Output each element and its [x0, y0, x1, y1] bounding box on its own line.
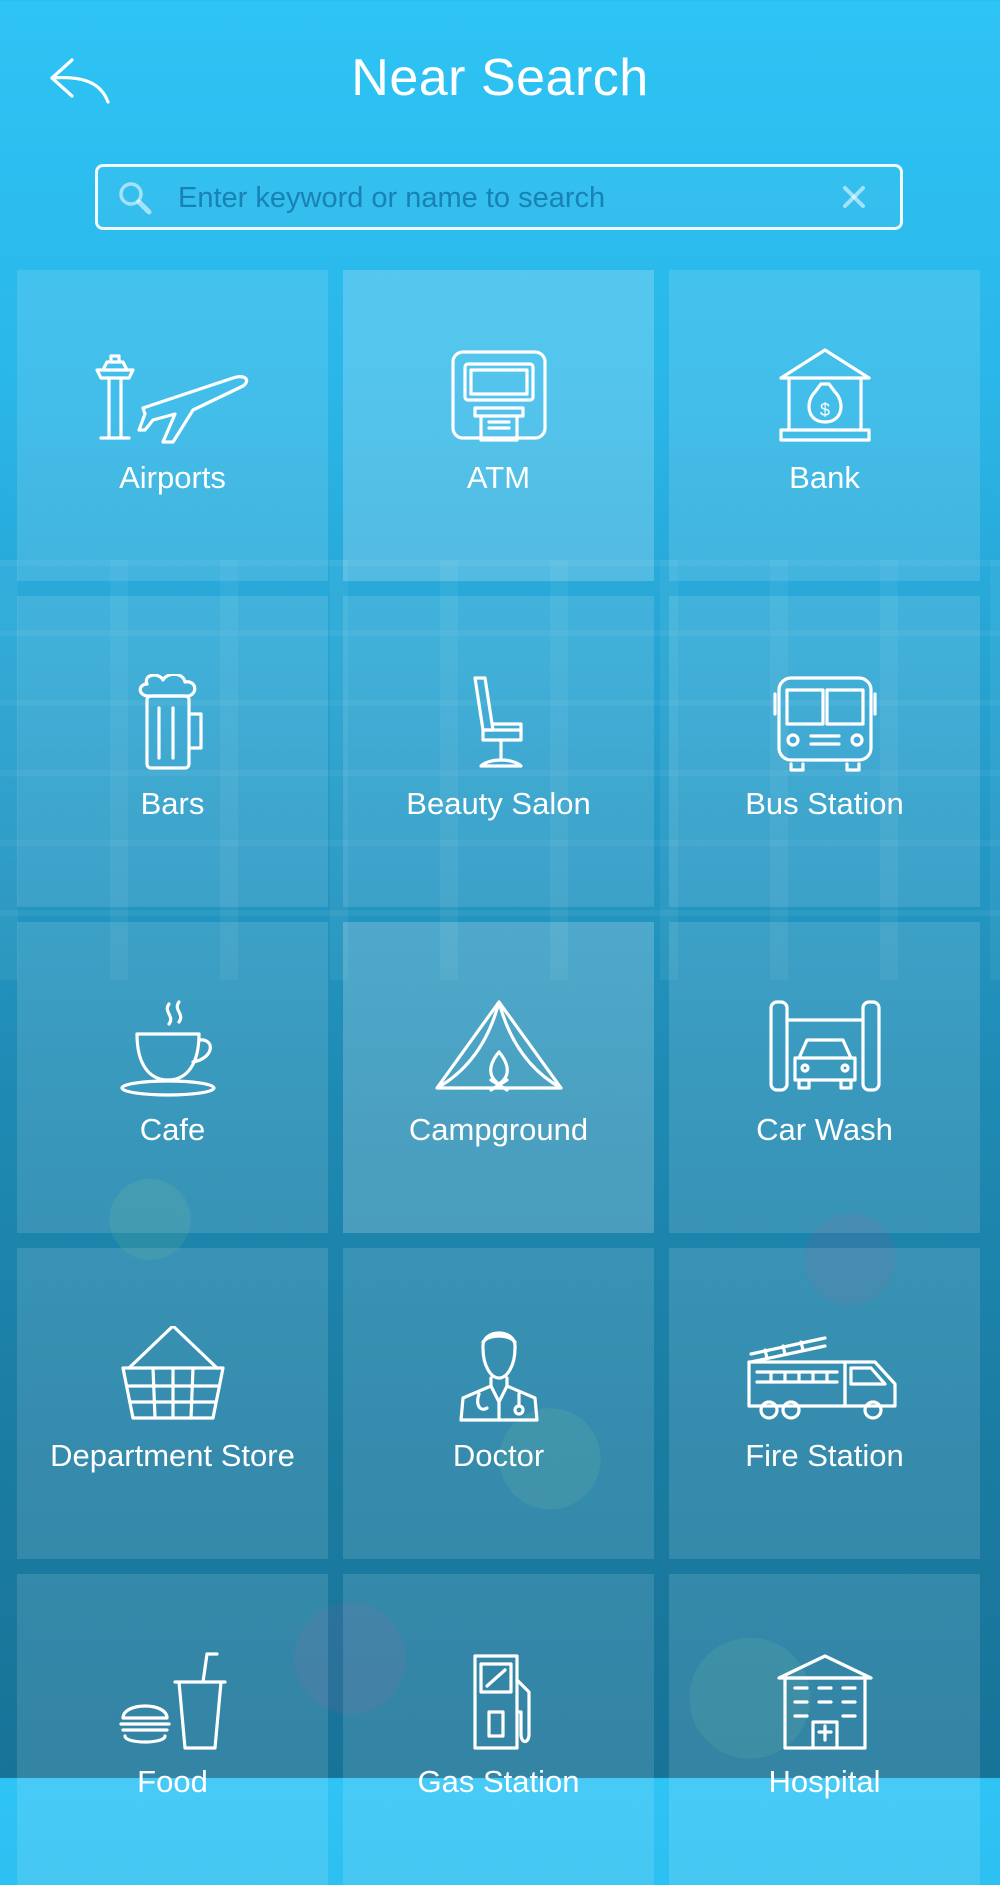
- airport-icon: [94, 354, 248, 444]
- category-label: Beauty Salon: [406, 786, 591, 821]
- bus-icon: [772, 676, 877, 772]
- header: Near Search: [0, 0, 1000, 160]
- tent-icon: [434, 1000, 563, 1092]
- category-label: Hospital: [768, 1764, 881, 1799]
- close-icon[interactable]: [838, 181, 870, 213]
- category-tile-atm[interactable]: ATM: [343, 270, 654, 581]
- category-label: Gas Station: [417, 1764, 580, 1799]
- category-label: Food: [137, 1764, 208, 1799]
- category-tile-bus-station[interactable]: Bus Station: [669, 596, 980, 907]
- category-tile-doctor[interactable]: Doctor: [343, 1248, 654, 1559]
- category-label: Car Wash: [756, 1112, 893, 1147]
- category-tile-car-wash[interactable]: Car Wash: [669, 922, 980, 1233]
- category-label: Doctor: [452, 1438, 545, 1473]
- category-label: Department Store: [50, 1438, 295, 1473]
- fuel-pump-icon: [472, 1654, 531, 1750]
- category-label: Bars: [140, 786, 205, 821]
- category-tile-gas-station[interactable]: Gas Station: [343, 1574, 654, 1885]
- hospital-icon: [776, 1654, 873, 1750]
- salon-chair-icon: [472, 676, 523, 768]
- car-wash-icon: [768, 1000, 881, 1092]
- category-label: Bus Station: [745, 786, 904, 821]
- burger-drink-icon: [118, 1652, 227, 1750]
- category-tile-food[interactable]: Food: [17, 1574, 328, 1885]
- category-tile-department-store[interactable]: Department Store: [17, 1248, 328, 1559]
- category-tile-cafe[interactable]: Cafe: [17, 922, 328, 1233]
- category-tile-airports[interactable]: Airports: [17, 270, 328, 581]
- category-tile-fire-station[interactable]: Fire Station: [669, 1248, 980, 1559]
- category-label: Campground: [408, 1112, 589, 1147]
- basket-icon: [120, 1326, 225, 1420]
- beer-icon: [138, 674, 203, 770]
- category-tile-hospital[interactable]: Hospital: [669, 1574, 980, 1885]
- category-label: ATM: [466, 460, 531, 495]
- bank-icon: $: [778, 348, 871, 442]
- category-label: Cafe: [139, 1112, 206, 1147]
- page-title: Near Search: [351, 49, 649, 107]
- atm-icon: [450, 350, 547, 442]
- category-tile-campground[interactable]: Campground: [343, 922, 654, 1233]
- search-input[interactable]: [176, 175, 820, 221]
- category-label: Airports: [119, 460, 226, 495]
- svg-text:$: $: [819, 400, 829, 420]
- category-tile-bank[interactable]: $ Bank: [669, 270, 980, 581]
- fire-truck-icon: [746, 1336, 897, 1420]
- category-tile-beauty-salon[interactable]: Beauty Salon: [343, 596, 654, 907]
- search-bar: [95, 164, 903, 230]
- doctor-icon: [458, 1331, 539, 1422]
- coffee-cup-icon: [119, 1000, 216, 1097]
- category-label: Fire Station: [745, 1438, 904, 1473]
- category-tile-bars[interactable]: Bars: [17, 596, 328, 907]
- category-label: Bank: [789, 460, 860, 495]
- search-icon: [119, 182, 152, 215]
